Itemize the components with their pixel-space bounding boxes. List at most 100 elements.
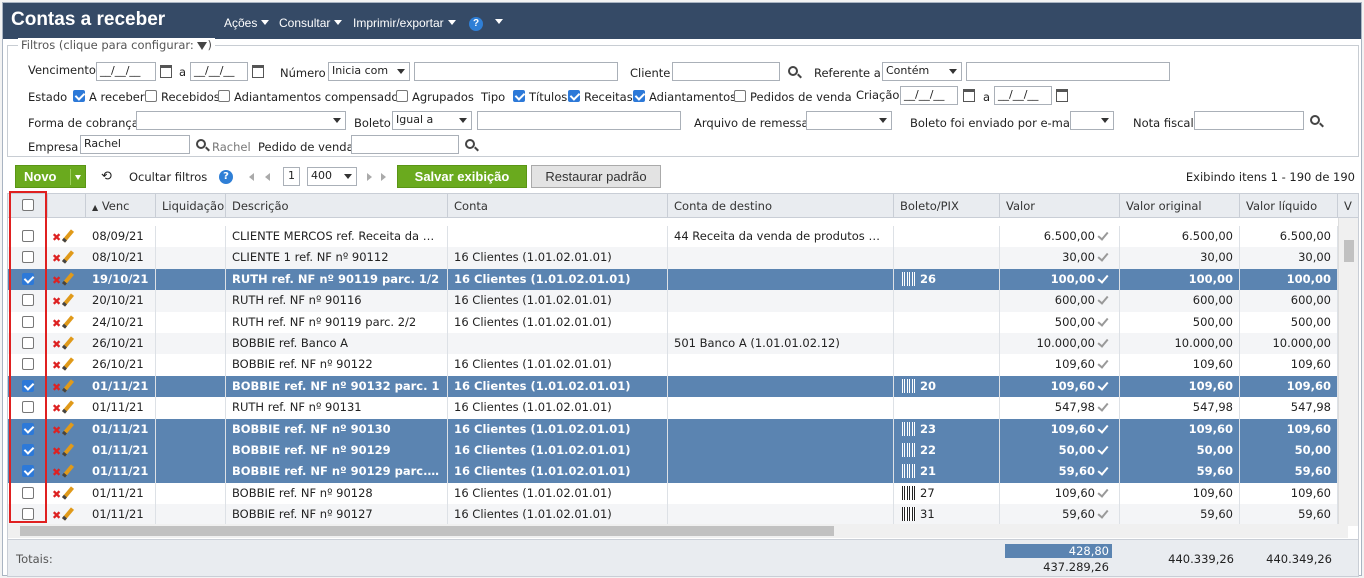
- referente-mode-select[interactable]: Contém: [882, 62, 962, 81]
- delete-icon[interactable]: ✖: [52, 381, 61, 394]
- menu-imprimir-exportar[interactable]: Imprimir/exportar: [353, 16, 456, 30]
- menu-consultar[interactable]: Consultar: [279, 16, 343, 30]
- search-icon[interactable]: [465, 139, 475, 149]
- search-icon[interactable]: [1310, 115, 1320, 125]
- filters-legend[interactable]: Filtros (clique para configurar: ): [18, 38, 215, 52]
- col-liquidacao[interactable]: Liquidação: [156, 194, 226, 218]
- calendar-icon[interactable]: [160, 65, 172, 78]
- edit-icon[interactable]: [61, 400, 75, 414]
- delete-icon[interactable]: ✖: [52, 252, 61, 265]
- estado-adiantamentos-comp-checkbox[interactable]: [218, 90, 230, 102]
- forma-cobranca-select[interactable]: [136, 111, 346, 130]
- estado-a-receber-checkbox[interactable]: [73, 90, 85, 102]
- edit-icon[interactable]: [61, 336, 75, 350]
- col-conta-destino[interactable]: Conta de destino: [668, 194, 894, 218]
- col-boleto-pix[interactable]: Boleto/PIX: [894, 194, 1000, 218]
- calendar-icon[interactable]: [1056, 89, 1068, 102]
- estado-recebidos-checkbox[interactable]: [145, 90, 157, 102]
- edit-icon[interactable]: [61, 379, 75, 393]
- table-row[interactable]: ✖ 19/10/21 RUTH ref. NF nº 90119 parc. 1/2…: [8, 268, 1338, 291]
- edit-icon[interactable]: [61, 293, 75, 307]
- table-row[interactable]: ✖ 26/10/21 BOBBIE ref. NF nº 90122 16 Clien…: [8, 354, 1338, 376]
- prev-page-icon[interactable]: [265, 173, 270, 181]
- edit-icon[interactable]: [61, 272, 75, 286]
- page-size-select[interactable]: 400: [307, 167, 357, 186]
- vertical-scrollbar[interactable]: [1338, 218, 1358, 526]
- table-row[interactable]: ✖ 01/11/21 BOBBIE ref. NF nº 90130 16 Clien…: [8, 418, 1338, 440]
- delete-icon[interactable]: ✖: [52, 424, 61, 437]
- boleto-input[interactable]: [477, 111, 681, 130]
- delete-icon[interactable]: ✖: [52, 231, 61, 244]
- boleto-email-select[interactable]: [1070, 111, 1114, 130]
- edit-icon[interactable]: [61, 464, 75, 479]
- table-row[interactable]: ✖ 26/10/21 BOBBIE ref. Banco A 501 Banco A …: [8, 333, 1338, 355]
- col-descricao[interactable]: Descrição: [226, 194, 448, 218]
- criacao-from-input[interactable]: __/__/__: [900, 86, 958, 105]
- delete-icon[interactable]: ✖: [52, 466, 61, 479]
- edit-icon[interactable]: [61, 507, 75, 521]
- barcode-icon[interactable]: [902, 378, 916, 393]
- delete-icon[interactable]: ✖: [52, 509, 61, 522]
- horizontal-scroll-thumb[interactable]: [20, 526, 834, 536]
- horizontal-scrollbar[interactable]: [8, 524, 1348, 538]
- table-row[interactable]: ✖ 24/10/21 RUTH ref. NF nº 90119 parc. 2/2…: [8, 311, 1338, 333]
- table-row[interactable]: ✖ 01/11/21 BOBBIE ref. NF nº 90127 16 Clien…: [8, 504, 1338, 526]
- tipo-receitas-checkbox[interactable]: [568, 90, 580, 102]
- menu-acoes[interactable]: Ações: [224, 16, 270, 30]
- restaurar-padrao-button[interactable]: Restaurar padrão: [531, 165, 661, 188]
- help-icon[interactable]: ?: [219, 170, 233, 184]
- edit-icon[interactable]: [61, 421, 75, 436]
- barcode-icon[interactable]: [902, 421, 916, 436]
- estado-agrupados-checkbox[interactable]: [396, 90, 408, 102]
- col-valor[interactable]: Valor: [1000, 194, 1120, 218]
- vertical-scroll-thumb[interactable]: [1344, 240, 1354, 262]
- edit-icon[interactable]: [61, 486, 75, 500]
- barcode-icon[interactable]: [902, 485, 916, 500]
- delete-icon[interactable]: ✖: [52, 274, 61, 287]
- ocultar-filtros-link[interactable]: Ocultar filtros: [129, 170, 207, 184]
- col-valor-original[interactable]: Valor original: [1120, 194, 1240, 218]
- table-row[interactable]: ✖ 20/10/21 RUTH ref. NF nº 90116 16 Cliente…: [8, 290, 1338, 312]
- col-v[interactable]: V: [1338, 194, 1358, 218]
- delete-icon[interactable]: ✖: [52, 445, 61, 458]
- col-conta[interactable]: Conta: [448, 194, 668, 218]
- table-row[interactable]: ✖ 01/11/21 BOBBIE ref. NF nº 90129 16 Clien…: [8, 440, 1338, 462]
- pedido-venda-input[interactable]: [351, 135, 459, 154]
- calendar-icon[interactable]: [963, 89, 975, 102]
- delete-icon[interactable]: ✖: [52, 317, 61, 330]
- referente-input[interactable]: [966, 62, 1170, 81]
- novo-button[interactable]: Novo: [15, 165, 86, 188]
- col-venc[interactable]: ▲ Venc: [86, 194, 156, 218]
- search-icon[interactable]: [196, 139, 206, 149]
- boleto-mode-select[interactable]: Igual a: [392, 111, 472, 130]
- first-page-icon[interactable]: [249, 173, 254, 181]
- tipo-pedidos-checkbox[interactable]: [734, 90, 746, 102]
- delete-icon[interactable]: ✖: [52, 402, 61, 415]
- calendar-icon[interactable]: [252, 65, 264, 78]
- empresa-input[interactable]: Rachel: [80, 135, 190, 154]
- edit-icon[interactable]: [61, 443, 75, 457]
- tipo-adiantamentos-checkbox[interactable]: [633, 90, 645, 102]
- last-page-icon[interactable]: [381, 173, 386, 181]
- next-page-icon[interactable]: [367, 173, 372, 181]
- table-row[interactable]: ✖ 01/11/21 BOBBIE ref. NF nº 90132 parc. 1…: [8, 375, 1338, 398]
- page-number-input[interactable]: 1: [283, 167, 300, 186]
- nota-fiscal-input[interactable]: [1194, 111, 1304, 130]
- barcode-icon[interactable]: [902, 507, 916, 522]
- arquivo-remessa-select[interactable]: [806, 111, 892, 130]
- salvar-exibicao-button[interactable]: Salvar exibição: [397, 165, 527, 188]
- vencimento-from-input[interactable]: __/__/__: [96, 62, 156, 81]
- numero-input[interactable]: [414, 62, 618, 81]
- criacao-to-input[interactable]: __/__/__: [994, 86, 1052, 105]
- table-row[interactable]: ✖ 08/10/21 CLIENTE 1 ref. NF nº 90112 16 Cl…: [8, 247, 1338, 269]
- edit-icon[interactable]: [61, 314, 75, 329]
- table-row[interactable]: ✖ 01/11/21 BOBBIE ref. NF nº 90129 parc. 2…: [8, 461, 1338, 483]
- barcode-icon[interactable]: [902, 443, 916, 457]
- barcode-icon[interactable]: [902, 464, 916, 479]
- delete-icon[interactable]: ✖: [52, 338, 61, 351]
- table-row[interactable]: ✖ 01/11/21 RUTH ref. NF nº 90131 16 Cliente…: [8, 397, 1338, 419]
- chevron-down-icon[interactable]: [75, 175, 81, 180]
- table-row[interactable]: ✖ 08/09/21 CLIENTE MERCOS ref. Receita da …: [8, 226, 1338, 248]
- edit-icon[interactable]: [61, 250, 75, 265]
- table-row[interactable]: ✖ 01/11/21 BOBBIE ref. NF nº 90128 16 Clien…: [8, 482, 1338, 505]
